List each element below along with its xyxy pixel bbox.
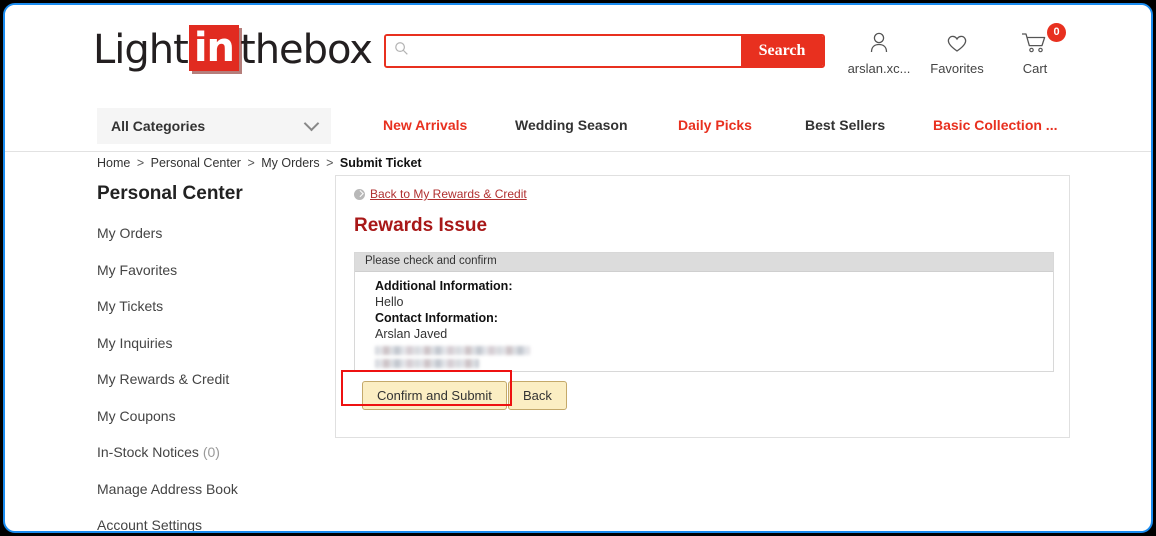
contact-name: Arslan Javed <box>375 327 448 341</box>
sidebar-item-my-inquiries[interactable]: My Inquiries <box>97 335 312 353</box>
person-icon <box>837 29 921 59</box>
search-bar[interactable]: Search <box>384 34 825 68</box>
favorites-label: Favorites <box>930 61 984 76</box>
site-logo[interactable]: Light in thebox <box>93 25 373 73</box>
breadcrumb-separator: > <box>247 156 255 170</box>
sidebar-item-label: Account Settings <box>97 517 203 533</box>
back-link-label: Back to My Rewards & Credit <box>370 187 527 201</box>
all-categories-label: All Categories <box>111 118 206 134</box>
sidebar-item-my-tickets[interactable]: My Tickets <box>97 298 312 316</box>
sidebar-item-my-favorites[interactable]: My Favorites <box>97 262 312 280</box>
sidebar: Personal Center My Orders My Favorites M… <box>97 183 312 533</box>
nav-link-daily-picks[interactable]: Daily Picks <box>678 117 752 133</box>
confirmation-box-body: Additional Information: Hello Contact In… <box>355 272 1053 368</box>
nav-link-wedding-season[interactable]: Wedding Season <box>515 117 628 133</box>
sidebar-item-label: My Tickets <box>97 298 164 314</box>
breadcrumb-separator: > <box>326 156 334 170</box>
breadcrumb-item-home[interactable]: Home <box>97 156 130 170</box>
confirmation-box: Please check and confirm Additional Info… <box>354 252 1054 372</box>
heart-icon <box>915 29 999 59</box>
main-nav: All Categories New Arrivals Wedding Seas… <box>5 100 1151 152</box>
logo-box-in: in <box>188 25 240 71</box>
sidebar-item-label: My Inquiries <box>97 334 173 351</box>
breadcrumb-item-submit-ticket: Submit Ticket <box>339 156 422 170</box>
nav-link-new-arrivals[interactable]: New Arrivals <box>383 117 467 133</box>
search-input[interactable] <box>409 37 741 65</box>
account-label: arslan.xc... <box>847 61 911 76</box>
sidebar-item-manage-address-book[interactable]: Manage Address Book <box>97 481 312 499</box>
browser-viewport: Light in thebox Search arslan.xc... Favo… <box>3 3 1153 533</box>
issue-title: Rewards Issue <box>354 215 488 236</box>
breadcrumb-separator: > <box>136 156 145 170</box>
sidebar-item-label: In-Stock Notices <box>97 444 199 460</box>
cart-link[interactable]: 0 Cart <box>993 23 1077 76</box>
logo-text-part2: thebox <box>240 27 373 73</box>
sidebar-item-label: My Coupons <box>97 407 176 424</box>
logo-text-part1: Light <box>93 27 189 73</box>
back-button[interactable]: Back <box>508 381 567 410</box>
sidebar-item-label: My Rewards & Credit <box>97 371 230 387</box>
confirmation-box-header: Please check and confirm <box>355 253 1053 272</box>
redacted-contact-line-2 <box>375 359 479 368</box>
sidebar-item-account-settings[interactable]: Account Settings (Email Unconfirmed) <box>97 517 312 533</box>
circle-arrow-right-icon <box>354 188 365 200</box>
contact-information-label: Contact Information: <box>375 311 498 325</box>
search-button[interactable]: Search <box>741 36 823 66</box>
site-header: Light in thebox Search arslan.xc... Favo… <box>5 5 1151 100</box>
confirm-and-submit-button[interactable]: Confirm and Submit <box>362 381 507 410</box>
additional-information-value: Hello <box>375 295 404 309</box>
in-stock-notices-count: (0) <box>202 444 220 460</box>
sidebar-item-my-rewards-credit[interactable]: My Rewards & Credit <box>97 371 312 389</box>
additional-information-label: Additional Information: <box>375 279 513 293</box>
account-menu[interactable]: arslan.xc... <box>837 29 921 76</box>
all-categories-dropdown[interactable]: All Categories <box>97 108 331 144</box>
favorites-link[interactable]: Favorites <box>915 29 999 76</box>
chevron-down-icon <box>303 115 320 132</box>
cart-badge: 0 <box>1047 23 1066 42</box>
redacted-contact-line-1 <box>375 346 530 355</box>
back-to-rewards-link[interactable]: Back to My Rewards & Credit <box>354 187 527 201</box>
sidebar-item-label: My Favorites <box>97 261 178 278</box>
page-title: Personal Center <box>97 183 243 204</box>
sidebar-item-label: My Orders <box>97 225 163 241</box>
search-input-area[interactable] <box>386 36 741 66</box>
sidebar-item-my-orders[interactable]: My Orders <box>97 225 312 243</box>
nav-link-basic-collection[interactable]: Basic Collection ... <box>933 117 1057 133</box>
sidebar-item-label: Manage Address Book <box>97 480 238 497</box>
breadcrumb-item-my-orders[interactable]: My Orders <box>261 156 319 170</box>
nav-link-best-sellers[interactable]: Best Sellers <box>805 117 885 133</box>
search-icon <box>394 41 409 61</box>
sidebar-item-in-stock-notices[interactable]: In-Stock Notices (0) <box>97 444 312 462</box>
cart-label: Cart <box>1022 61 1048 76</box>
breadcrumb-item-personal-center[interactable]: Personal Center <box>151 156 241 170</box>
main-content-panel: Back to My Rewards & Credit Rewards Issu… <box>335 175 1070 438</box>
breadcrumb: Home > Personal Center > My Orders > Sub… <box>97 156 422 170</box>
sidebar-item-my-coupons[interactable]: My Coupons <box>97 408 312 426</box>
